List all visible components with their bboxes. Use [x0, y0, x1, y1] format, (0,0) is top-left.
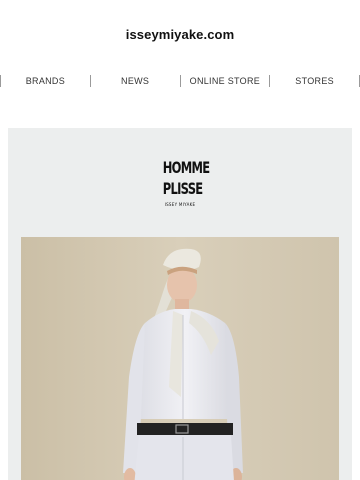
- nav-item-brands[interactable]: BRANDS: [1, 76, 90, 86]
- model-illustration: [21, 237, 339, 480]
- homme-plisse-logo[interactable]: HOMME PLISSE ISSEY MIYAKE: [156, 158, 210, 210]
- nav-item-online-store[interactable]: ONLINE STORE: [181, 76, 270, 86]
- main-nav: BRANDS NEWS ONLINE STORE STORES: [0, 72, 360, 90]
- logo-line-3: ISSEY MIYAKE: [164, 202, 196, 207]
- nav-item-news[interactable]: NEWS: [91, 76, 180, 86]
- hero-banner[interactable]: HOMME PLISSE ISSEY MIYAKE: [8, 128, 352, 480]
- logo-line-2: PLISSE: [162, 179, 203, 198]
- logo-line-1: HOMME: [162, 158, 210, 177]
- hero-photo[interactable]: [21, 237, 339, 480]
- email-page: isseymiyake.com BRANDS NEWS ONLINE STORE…: [0, 0, 360, 480]
- site-header: isseymiyake.com: [0, 0, 360, 72]
- site-title-link[interactable]: isseymiyake.com: [0, 27, 360, 42]
- nav-item-stores[interactable]: STORES: [270, 76, 359, 86]
